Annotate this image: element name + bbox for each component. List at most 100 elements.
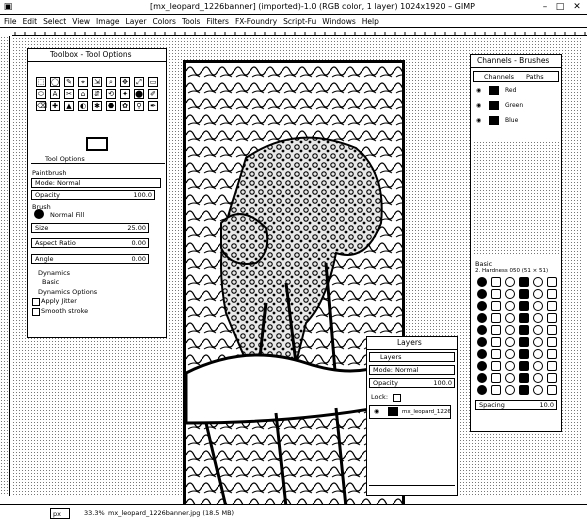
brush-preset-icon[interactable] <box>477 277 487 287</box>
horizontal-ruler[interactable] <box>12 28 587 36</box>
brush-preset-icon[interactable] <box>519 289 529 299</box>
tool-icon-21[interactable]: ▲ <box>64 101 74 111</box>
dynamics-options-label[interactable]: Dynamics Options <box>38 288 97 296</box>
maximize-icon[interactable]: □ <box>555 2 565 12</box>
brush-preset-icon[interactable] <box>491 385 501 395</box>
menu-item-filters[interactable]: Filters <box>206 15 228 28</box>
brush-preset-icon[interactable] <box>491 361 501 371</box>
tool-icon-2[interactable]: ◯ <box>50 77 60 87</box>
tool-icon-17[interactable]: ⬤ <box>134 89 144 99</box>
tool-icon-16[interactable]: ✦ <box>120 89 130 99</box>
brush-preset-icon[interactable] <box>547 325 557 335</box>
brush-preset-icon[interactable] <box>547 385 557 395</box>
menu-item-layer[interactable]: Layer <box>126 15 147 28</box>
brush-preset-icon[interactable] <box>505 289 515 299</box>
menu-item-select[interactable]: Select <box>43 15 66 28</box>
brush-preset-icon[interactable] <box>505 337 515 347</box>
eye-icon[interactable]: ◉ <box>476 115 481 127</box>
angle-slider[interactable]: Angle 0.00 <box>31 254 149 264</box>
brush-preset-icon[interactable] <box>477 325 487 335</box>
brush-preset-icon[interactable] <box>505 325 515 335</box>
brush-preset-icon[interactable] <box>505 361 515 371</box>
layers-tab[interactable]: Layers <box>369 352 455 362</box>
tool-icon-15[interactable]: ⟲ <box>106 89 116 99</box>
menu-item-file[interactable]: File <box>4 15 17 28</box>
brush-preset-icon[interactable] <box>533 277 543 287</box>
brush-preset-icon[interactable] <box>477 361 487 371</box>
brush-preset-icon[interactable] <box>477 337 487 347</box>
brush-preset-icon[interactable] <box>519 373 529 383</box>
channel-row-blue[interactable]: ◉ Blue <box>473 115 553 127</box>
brush-preset-icon[interactable] <box>505 301 515 311</box>
brush-preset-icon[interactable] <box>505 349 515 359</box>
dynamics-name[interactable]: Basic <box>42 278 59 286</box>
toolbox-title[interactable]: Toolbox - Tool Options <box>28 49 166 62</box>
brush-preset-icon[interactable] <box>491 313 501 323</box>
tool-icon-19[interactable]: ⌫ <box>36 101 47 111</box>
brush-preset-icon[interactable] <box>519 337 529 347</box>
brush-preset-icon[interactable] <box>547 349 557 359</box>
brush-preset-icon[interactable] <box>547 289 557 299</box>
brush-preset-icon[interactable] <box>519 301 529 311</box>
brush-preset-icon[interactable] <box>547 277 557 287</box>
tool-icon-12[interactable]: ✂ <box>64 89 74 99</box>
unit-select[interactable]: px <box>50 508 70 519</box>
vertical-ruler[interactable] <box>0 36 10 496</box>
tool-icon-23[interactable]: ✱ <box>92 101 102 111</box>
tool-icon-22[interactable]: ◐ <box>78 101 88 111</box>
brush-preset-icon[interactable] <box>547 373 557 383</box>
spacing-slider[interactable]: Spacing 10.0 <box>475 400 557 410</box>
brush-preset-icon[interactable] <box>533 373 543 383</box>
tool-icon-26[interactable]: ⚲ <box>134 101 144 111</box>
brush-preset-icon[interactable] <box>491 373 501 383</box>
zoom-level[interactable]: 33.3% <box>84 509 105 517</box>
brush-preset-icon[interactable] <box>533 313 543 323</box>
brush-preset-icon[interactable] <box>477 349 487 359</box>
tool-icon-7[interactable]: ✥ <box>120 77 130 87</box>
layers-title[interactable]: Layers <box>367 337 457 350</box>
brush-preset-icon[interactable] <box>519 385 529 395</box>
fg-bg-color-icon[interactable] <box>86 137 108 151</box>
brush-preset-icon[interactable] <box>533 349 543 359</box>
brush-preset-icon[interactable] <box>505 385 515 395</box>
menu-item-view[interactable]: View <box>72 15 90 28</box>
minimize-icon[interactable]: – <box>540 2 550 12</box>
brush-preset-icon[interactable] <box>547 301 557 311</box>
brush-preset-icon[interactable] <box>505 373 515 383</box>
brush-filter[interactable]: Basic <box>475 260 492 268</box>
tool-icon-20[interactable]: ✚ <box>50 101 60 111</box>
channel-row-green[interactable]: ◉ Green <box>473 100 553 112</box>
brush-preset-icon[interactable] <box>491 277 501 287</box>
brush-preset-icon[interactable] <box>491 337 501 347</box>
brush-preset-icon[interactable] <box>491 325 501 335</box>
menu-item-help[interactable]: Help <box>362 15 379 28</box>
tool-icon-10[interactable]: ⬭ <box>36 89 46 99</box>
tool-icon-4[interactable]: ⌖ <box>78 77 88 87</box>
brush-preset-icon[interactable] <box>547 313 557 323</box>
layer-row[interactable]: ◉ mx_leopard_1226 <box>369 405 451 419</box>
brush-preview-icon[interactable] <box>34 209 44 219</box>
tool-icon-1[interactable]: ⬚ <box>36 77 46 87</box>
brush-name[interactable]: Normal Fill <box>50 211 84 219</box>
menu-item-windows[interactable]: Windows <box>322 15 355 28</box>
menu-item-tools[interactable]: Tools <box>182 15 200 28</box>
brush-preset-icon[interactable] <box>491 289 501 299</box>
menu-item-script-fu[interactable]: Script-Fu <box>283 15 316 28</box>
brush-preset-icon[interactable] <box>519 361 529 371</box>
size-slider[interactable]: Size 25.00 <box>31 223 149 233</box>
brush-preset-icon[interactable] <box>477 373 487 383</box>
brush-preset-icon[interactable] <box>533 361 543 371</box>
tab-paths[interactable]: Paths <box>526 73 544 81</box>
brush-preset-icon[interactable] <box>477 313 487 323</box>
tool-icon-9[interactable]: ▭ <box>148 77 158 87</box>
tool-icon-8[interactable]: ⤢ <box>134 77 144 87</box>
brush-preset-icon[interactable] <box>505 277 515 287</box>
apply-jitter-checkbox[interactable] <box>32 298 40 306</box>
opacity-slider[interactable]: Opacity 100.0 <box>31 190 155 200</box>
tool-icon-3[interactable]: ✎ <box>64 77 74 87</box>
brush-preset-icon[interactable] <box>477 301 487 311</box>
lock-pixels-checkbox[interactable] <box>393 394 401 402</box>
brush-preset-icon[interactable] <box>519 349 529 359</box>
eye-icon[interactable]: ◉ <box>476 85 481 97</box>
tool-icon-24[interactable]: ⬣ <box>106 101 116 111</box>
